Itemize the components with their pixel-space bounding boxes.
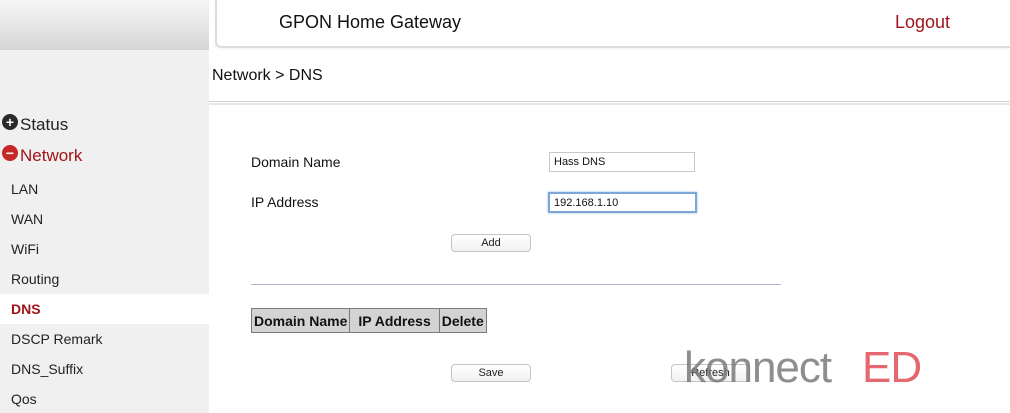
sidebar-header xyxy=(0,0,209,50)
domain-name-input[interactable] xyxy=(549,152,695,172)
watermark-text-dark: konnect xyxy=(684,344,832,390)
header-bar: GPON Home Gateway Logout xyxy=(215,0,1010,48)
minus-circle-icon: − xyxy=(2,145,18,161)
sidebar: + Status − Network LAN WAN WiFi Routing … xyxy=(0,0,209,413)
table-header-row: Domain Name IP Address Delete xyxy=(250,308,487,333)
domain-name-label: Domain Name xyxy=(251,154,341,170)
sidebar-item-dns-suffix[interactable]: DNS_Suffix xyxy=(0,354,209,384)
ip-address-input[interactable] xyxy=(548,192,697,213)
column-header-ip-address: IP Address xyxy=(349,308,440,333)
column-header-delete: Delete xyxy=(438,308,487,333)
konnected-watermark-logo: konnect ED xyxy=(684,344,922,390)
sidebar-item-dscp-remark[interactable]: DSCP Remark xyxy=(0,324,209,354)
sidebar-item-routing[interactable]: Routing xyxy=(0,264,209,294)
column-header-domain-name: Domain Name xyxy=(250,308,351,333)
nav-group-network[interactable]: − Network xyxy=(2,145,83,166)
app-title: GPON Home Gateway xyxy=(279,12,462,32)
save-button[interactable]: Save xyxy=(451,364,531,382)
breadcrumb: Network > DNS xyxy=(212,67,323,84)
sidebar-item-wifi[interactable]: WiFi xyxy=(0,234,209,264)
sidebar-item-qos[interactable]: Qos xyxy=(0,384,209,413)
logout-link[interactable]: Logout xyxy=(895,12,950,33)
sidebar-item-lan[interactable]: LAN xyxy=(0,174,209,204)
ip-address-label: IP Address xyxy=(251,194,319,210)
divider xyxy=(251,284,781,285)
page: + Status − Network LAN WAN WiFi Routing … xyxy=(0,0,1010,413)
nav-group-label: Status xyxy=(20,115,69,134)
nav-group-label: Network xyxy=(20,146,83,165)
add-button[interactable]: Add xyxy=(451,234,531,252)
sidebar-item-dns[interactable]: DNS xyxy=(0,294,209,324)
divider xyxy=(209,101,1010,105)
watermark-text-accent: ED xyxy=(862,344,921,390)
dns-table: Domain Name IP Address Delete xyxy=(250,308,487,333)
plus-circle-icon: + xyxy=(2,114,18,130)
nav-group-status[interactable]: + Status xyxy=(2,114,69,135)
sidebar-item-wan[interactable]: WAN xyxy=(0,204,209,234)
